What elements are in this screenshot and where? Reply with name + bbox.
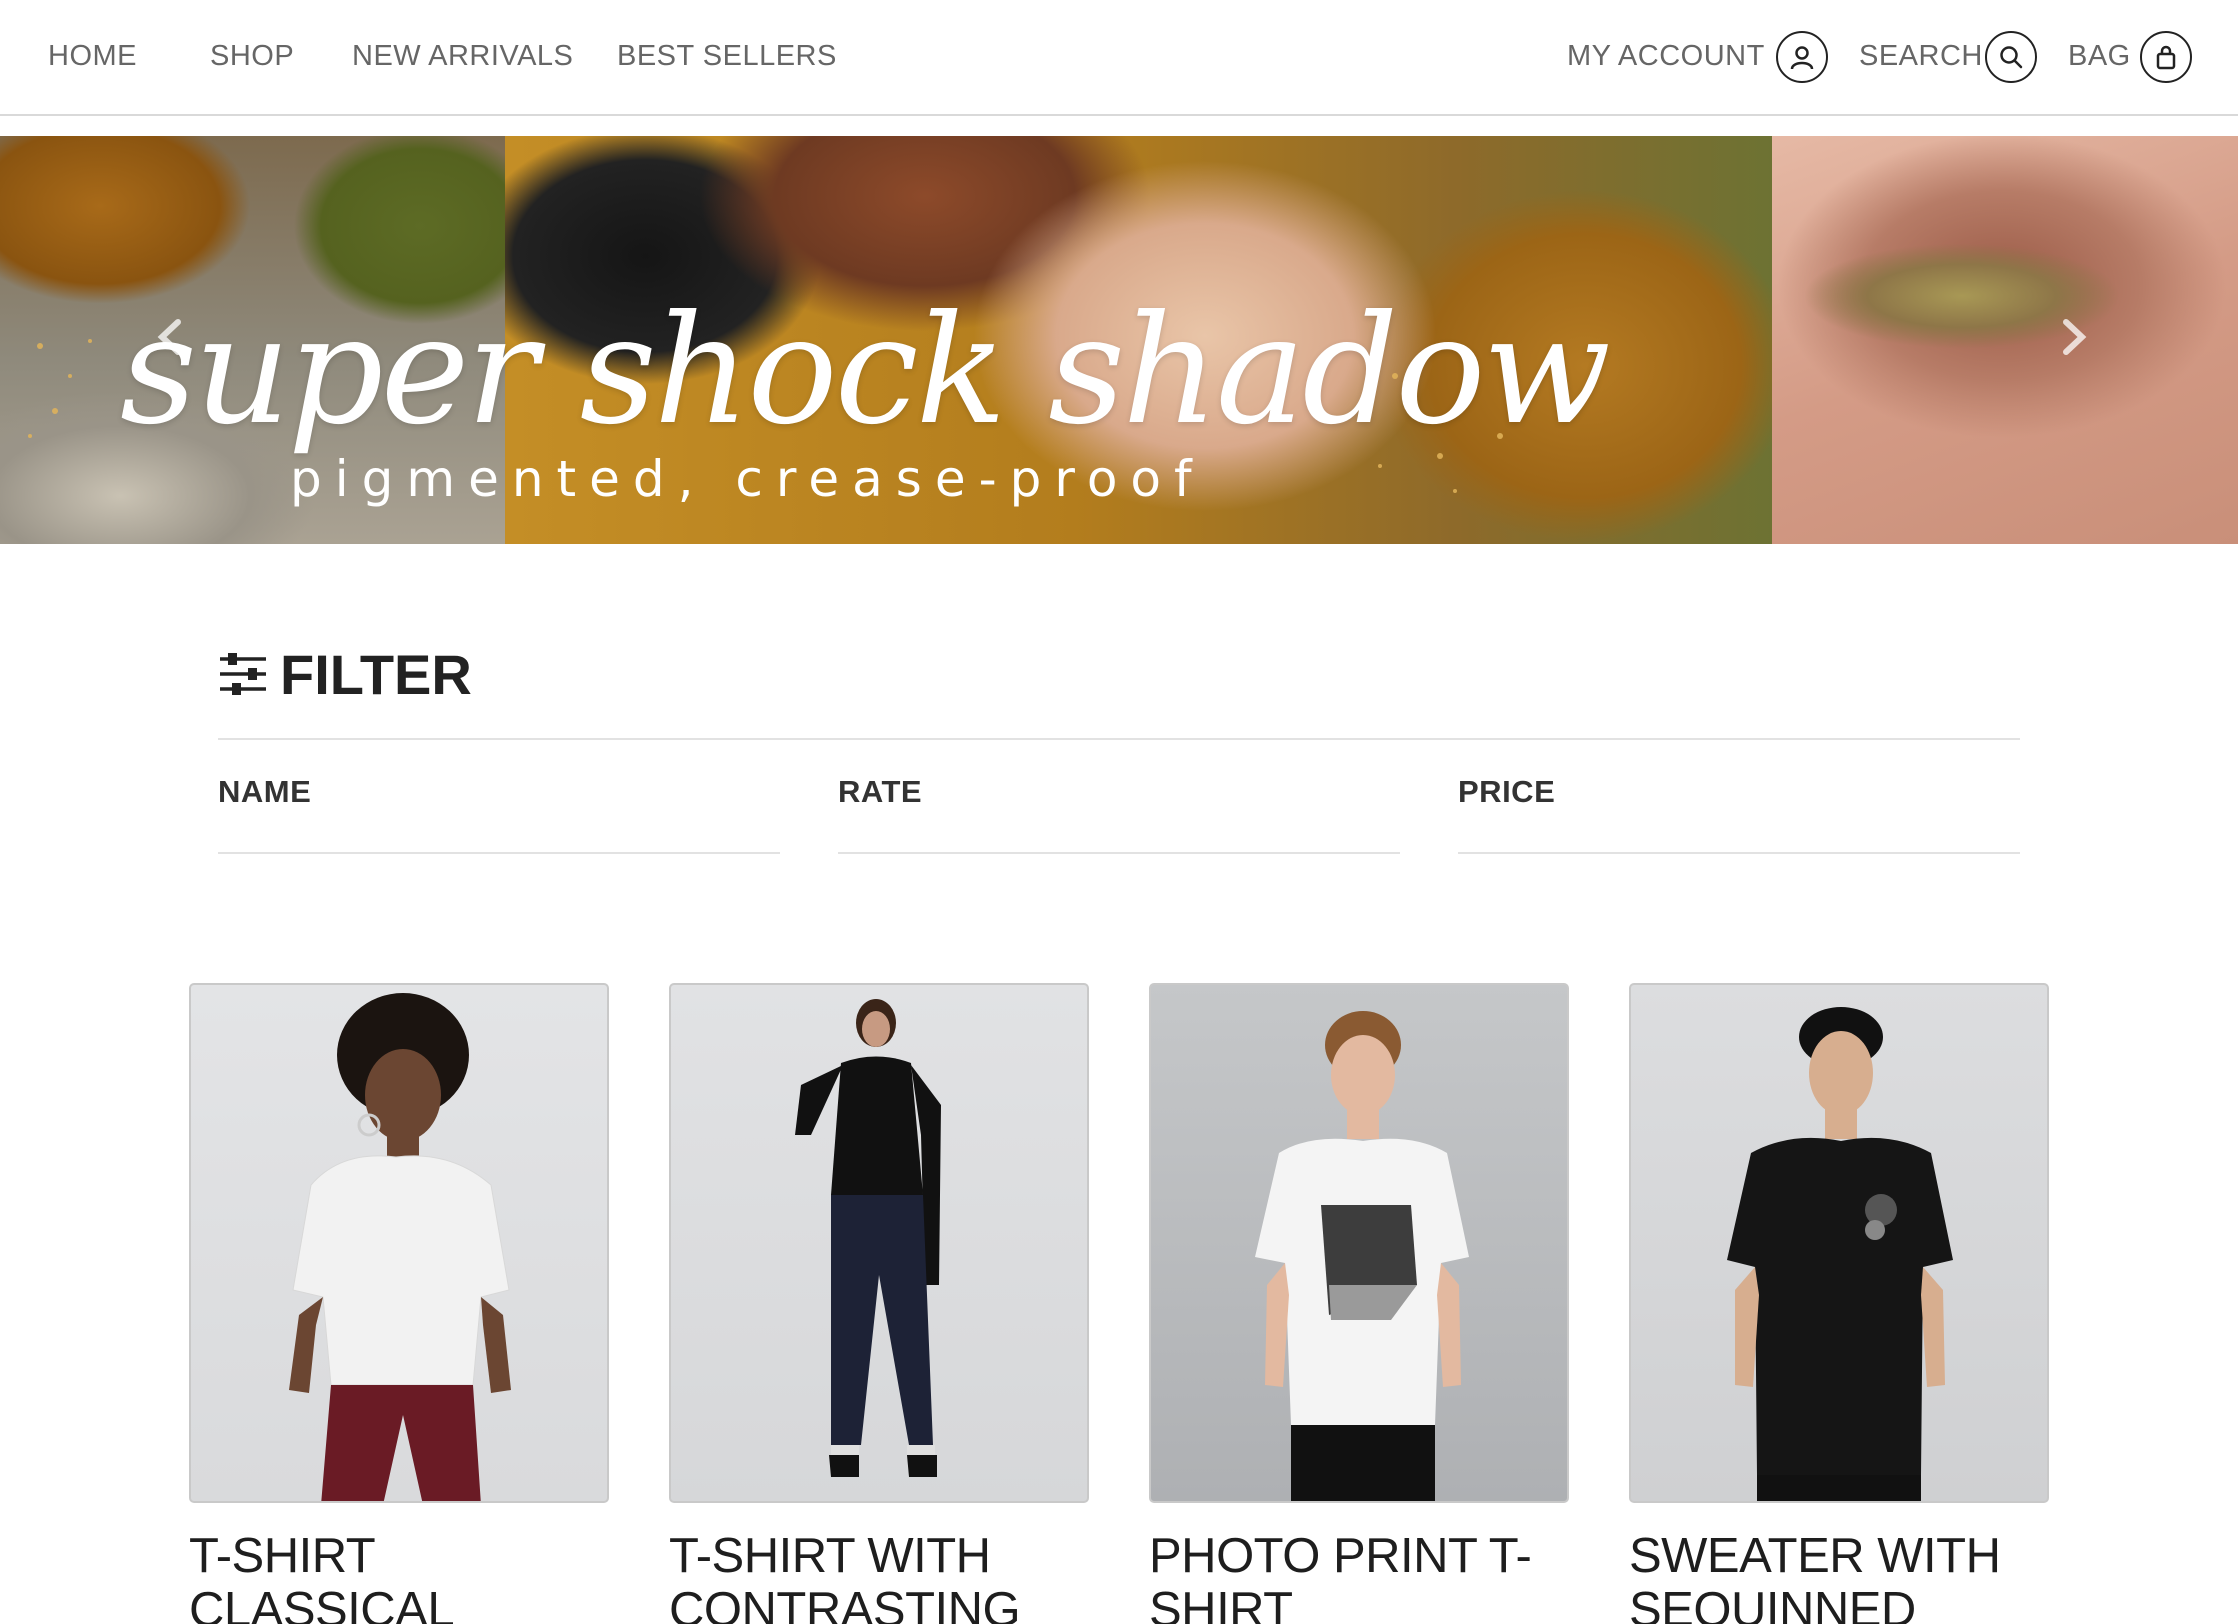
product-card[interactable]: T-SHIRT CLASSICAL xyxy=(189,983,609,1624)
magnifier-icon xyxy=(2000,46,2023,69)
filter-name-field[interactable]: NAME xyxy=(218,774,780,854)
product-image[interactable] xyxy=(1629,983,2049,1503)
hero-carousel[interactable]: super shock shadow pigmented, crease-pro… xyxy=(0,136,2238,544)
product-title[interactable]: T-SHIRT CLASSICAL xyxy=(189,1529,609,1624)
filter-rate-label: RATE xyxy=(838,774,923,809)
account-icon[interactable] xyxy=(1776,31,1828,83)
product-card[interactable]: T-SHIRT WITH CONTRASTING xyxy=(669,983,1089,1624)
nav-link-best-sellers[interactable]: BEST SELLERS xyxy=(617,40,837,73)
model-black-top-jeans-image xyxy=(795,999,941,1477)
search-link[interactable]: SEARCH xyxy=(1859,40,1983,73)
model-photo-print-tshirt-image xyxy=(1255,1011,1469,1501)
top-navigation: HOME SHOP NEW ARRIVALS BEST SELLERS MY A… xyxy=(0,0,2238,116)
nav-link-home[interactable]: HOME xyxy=(48,40,137,73)
filter-title: FILTER xyxy=(280,642,472,706)
product-title[interactable]: T-SHIRT WITH CONTRASTING xyxy=(669,1529,1089,1624)
bag-link[interactable]: BAG xyxy=(2068,40,2131,73)
bag-icon[interactable] xyxy=(2140,31,2192,83)
search-icon[interactable] xyxy=(1985,31,2037,83)
product-card[interactable]: PHOTO PRINT T-SHIRT xyxy=(1149,983,1569,1624)
my-account-link[interactable]: MY ACCOUNT xyxy=(1567,40,1765,73)
filter-name-label: NAME xyxy=(218,774,312,809)
user-icon xyxy=(1790,46,1814,70)
hero-title: super shock shadow xyxy=(120,284,1611,458)
nav-link-shop[interactable]: SHOP xyxy=(210,40,294,73)
product-image[interactable] xyxy=(1149,983,1569,1503)
product-card[interactable]: SWEATER WITH SEQUINNED xyxy=(1629,983,2049,1624)
shopping-bag-icon xyxy=(2156,45,2176,70)
carousel-next-arrow-icon[interactable] xyxy=(2050,314,2096,360)
product-title[interactable]: SWEATER WITH SEQUINNED xyxy=(1629,1529,2049,1624)
product-image[interactable] xyxy=(189,983,609,1503)
filter-price-field[interactable]: PRICE xyxy=(1458,774,2020,854)
nav-link-new-arrivals[interactable]: NEW ARRIVALS xyxy=(352,40,573,73)
product-image[interactable] xyxy=(669,983,1089,1503)
filter-divider xyxy=(218,738,2020,740)
sliders-icon xyxy=(220,653,266,695)
hero-subtitle: pigmented, crease-proof xyxy=(290,450,1205,508)
carousel-prev-arrow-icon[interactable] xyxy=(148,314,194,360)
filter-rate-field[interactable]: RATE xyxy=(838,774,1400,854)
model-white-tshirt-image xyxy=(289,993,511,1501)
filter-price-label: PRICE xyxy=(1458,774,1556,809)
filter-heading[interactable]: FILTER xyxy=(218,642,472,706)
product-title[interactable]: PHOTO PRINT T-SHIRT xyxy=(1149,1529,1569,1624)
model-black-sequin-sweater-image xyxy=(1727,1007,1953,1501)
